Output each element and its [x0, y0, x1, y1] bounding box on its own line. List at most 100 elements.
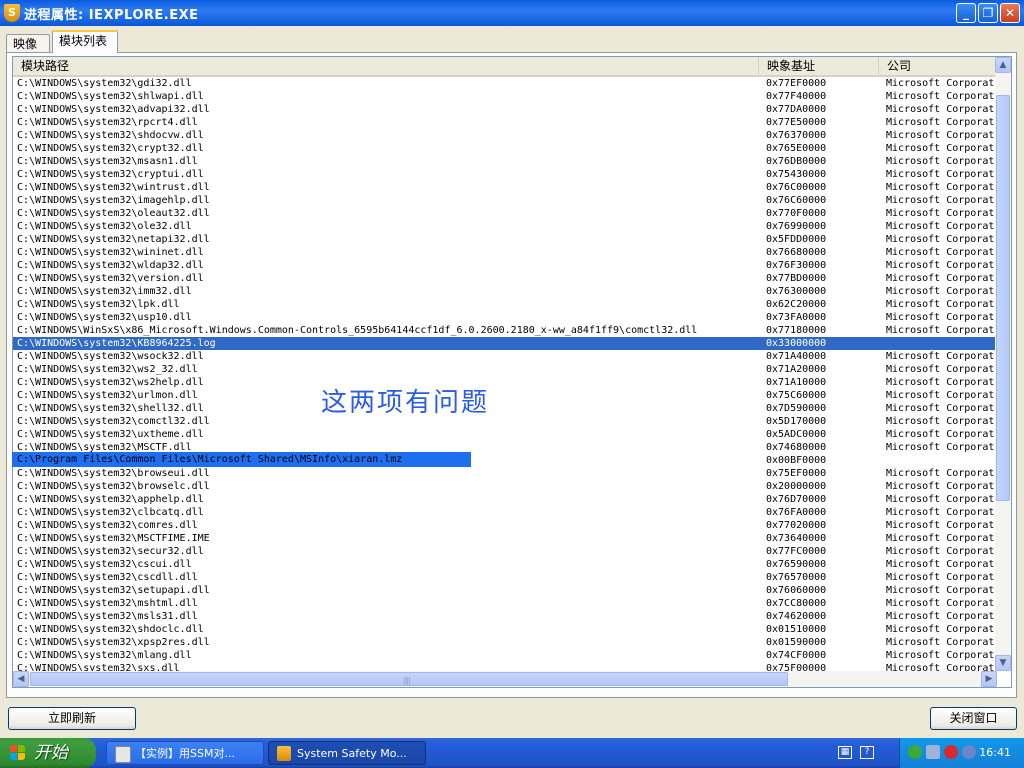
table-row[interactable]: C:\WINDOWS\system32\secur32.dll 0x77FC000… [13, 545, 999, 558]
table-row[interactable]: C:\WINDOWS\system32\uxtheme.dll 0x5ADC000… [13, 428, 999, 441]
taskbar-item-ssm-article[interactable]: 【实例】用SSM对... [106, 741, 264, 765]
module-path-cell: C:\WINDOWS\system32\shlwapi.dll [17, 91, 204, 102]
image-base-cell: 0x76570000 [766, 572, 827, 583]
company-cell: Microsoft Corporat: [886, 325, 999, 336]
company-cell: Microsoft Corporat: [886, 390, 999, 401]
column-header-path[interactable]: 模块路径 [13, 57, 759, 75]
table-row[interactable]: C:\WINDOWS\system32\comctl32.dll 0x5D1700… [13, 415, 999, 428]
table-row[interactable]: C:\WINDOWS\system32\rpcrt4.dll 0x77E50000… [13, 116, 999, 129]
table-row[interactable]: C:\WINDOWS\system32\browseui.dll 0x75EF00… [13, 467, 999, 480]
image-base-cell: 0x76370000 [766, 130, 827, 141]
tab-image[interactable]: 映像 [6, 34, 50, 52]
table-row[interactable]: C:\WINDOWS\system32\lpk.dll 0x62C20000 Mic… [13, 298, 999, 311]
table-row[interactable]: C:\WINDOWS\system32\wldap32.dll 0x76F3000… [13, 259, 999, 272]
module-path-cell: C:\WINDOWS\system32\wintrust.dll [17, 182, 210, 193]
table-row[interactable]: C:\WINDOWS\system32\apphelp.dll 0x76D7000… [13, 493, 999, 506]
monitor-icon[interactable] [926, 745, 940, 759]
image-base-cell: 0x76C60000 [766, 195, 827, 206]
table-row[interactable]: C:\WINDOWS\system32\cscdll.dll 0x76570000… [13, 571, 999, 584]
company-cell: Microsoft Corporat: [886, 416, 999, 427]
column-header-company[interactable]: 公司 [879, 57, 999, 75]
tab-module-list[interactable]: 模块列表 [52, 30, 118, 53]
network-icon[interactable] [908, 745, 922, 759]
table-row[interactable]: C:\WINDOWS\system32\usp10.dll 0x73FA0000 M… [13, 311, 999, 324]
table-row[interactable]: C:\WINDOWS\WinSxS\x86_Microsoft.Windows.… [13, 324, 999, 337]
table-row[interactable]: C:\WINDOWS\system32\comres.dll 0x77020000… [13, 519, 999, 532]
table-row[interactable]: C:\WINDOWS\system32\imm32.dll 0x76300000 M… [13, 285, 999, 298]
vertical-scrollbar[interactable]: ▲ ▼ [995, 57, 1011, 671]
table-row[interactable]: C:\WINDOWS\system32\mlang.dll 0x74CF0000 M… [13, 649, 999, 662]
table-row[interactable]: C:\WINDOWS\system32\advapi32.dll 0x77DA00… [13, 103, 999, 116]
image-base-cell: 0x73640000 [766, 533, 827, 544]
table-row[interactable]: C:\WINDOWS\system32\KB8964225.log 0x33000… [13, 337, 999, 350]
company-cell: Microsoft Corporat: [886, 572, 999, 583]
image-base-cell: 0x74CF0000 [766, 650, 827, 661]
image-base-cell: 0x75EF0000 [766, 468, 827, 479]
start-label: 开始 [34, 743, 68, 763]
table-row[interactable]: C:\WINDOWS\system32\version.dll 0x77BD000… [13, 272, 999, 285]
module-list[interactable]: 模块路径 映象基址 公司 C:\WINDOWS\system32\gdi32.d… [12, 56, 1012, 688]
table-row[interactable]: C:\WINDOWS\system32\oleaut32.dll 0x770F00… [13, 207, 999, 220]
table-row[interactable]: C:\WINDOWS\system32\cryptui.dll 0x7543000… [13, 168, 999, 181]
table-row[interactable]: C:\WINDOWS\system32\browselc.dll 0x200000… [13, 480, 999, 493]
table-row[interactable]: C:\WINDOWS\system32\cscui.dll 0x76590000 M… [13, 558, 999, 571]
table-row[interactable]: C:\WINDOWS\system32\urlmon.dll 0x75C60000… [13, 389, 999, 402]
minimize-button[interactable]: _ [956, 3, 976, 23]
table-row[interactable]: C:\WINDOWS\system32\imagehlp.dll 0x76C600… [13, 194, 999, 207]
table-row[interactable]: C:\WINDOWS\system32\clbcatq.dll 0x76FA000… [13, 506, 999, 519]
table-row[interactable]: C:\WINDOWS\system32\MSCTFIME.IME 0x736400… [13, 532, 999, 545]
company-cell: Microsoft Corporat: [886, 364, 999, 375]
table-row[interactable]: C:\WINDOWS\system32\xpsp2res.dll 0x015900… [13, 636, 999, 649]
vertical-scroll-thumb[interactable] [996, 95, 1010, 501]
table-row[interactable]: C:\WINDOWS\system32\netapi32.dll 0x5FDD00… [13, 233, 999, 246]
image-base-cell: 0x76C00000 [766, 182, 827, 193]
table-row[interactable]: C:\WINDOWS\system32\shdoclc.dll 0x0151000… [13, 623, 999, 636]
image-base-cell: 0x01510000 [766, 624, 827, 635]
module-path-cell: C:\WINDOWS\system32\crypt32.dll [17, 143, 204, 154]
table-row[interactable]: C:\WINDOWS\system32\wintrust.dll 0x76C000… [13, 181, 999, 194]
close-button[interactable]: ✕ [1000, 3, 1020, 23]
table-row[interactable]: C:\WINDOWS\system32\crypt32.dll 0x765E000… [13, 142, 999, 155]
table-row[interactable]: C:\WINDOWS\system32\wininet.dll 0x7668000… [13, 246, 999, 259]
table-row[interactable]: C:\WINDOWS\system32\mshtml.dll 0x7CC80000… [13, 597, 999, 610]
image-base-cell: 0x77E50000 [766, 117, 827, 128]
refresh-button[interactable]: 立即刷新 [8, 707, 136, 730]
module-path-cell: C:\WINDOWS\system32\oleaut32.dll [17, 208, 210, 219]
company-cell: Microsoft Corporat: [886, 442, 999, 453]
company-cell: Microsoft Corporat: [886, 533, 999, 544]
table-row[interactable]: C:\WINDOWS\system32\ws2help.dll 0x71A1000… [13, 376, 999, 389]
arrow-right-icon[interactable]: ▶ [981, 671, 997, 687]
arrow-up-icon[interactable]: ▲ [995, 57, 1011, 73]
title-bar[interactable]: S 进程属性: IEXPLORE.EXE _ ❐ ✕ [0, 0, 1024, 26]
speaker-icon[interactable] [962, 745, 976, 759]
company-cell: Microsoft Corporat: [886, 78, 999, 89]
table-row[interactable]: C:\WINDOWS\system32\wsock32.dll 0x71A4000… [13, 350, 999, 363]
horizontal-scroll-thumb[interactable]: |||| [30, 672, 788, 686]
arrow-left-icon[interactable]: ◀ [13, 671, 29, 687]
image-base-cell: 0x77180000 [766, 325, 827, 336]
arrow-down-icon[interactable]: ▼ [995, 655, 1011, 671]
column-header-base[interactable]: 映象基址 [759, 57, 879, 75]
keyboard-icon[interactable]: ▦ [838, 746, 852, 759]
table-row[interactable]: C:\WINDOWS\system32\msls31.dll 0x74620000… [13, 610, 999, 623]
taskbar-item-system-safety-monitor[interactable]: System Safety Mo... [268, 741, 426, 765]
horizontal-scrollbar[interactable]: ◀ |||| ▶ [13, 671, 997, 687]
table-row[interactable]: C:\WINDOWS\system32\shell32.dll 0x7D59000… [13, 402, 999, 415]
taskbar-item-label: 【实例】用SSM对... [135, 747, 235, 760]
close-window-button[interactable]: 关闭窗口 [930, 707, 1017, 730]
company-cell: Microsoft Corporat: [886, 208, 999, 219]
table-row[interactable]: C:\WINDOWS\system32\gdi32.dll 0x77EF0000 M… [13, 77, 999, 90]
table-row[interactable]: C:\WINDOWS\system32\ole32.dll 0x76990000 M… [13, 220, 999, 233]
table-row[interactable]: C:\WINDOWS\system32\msasn1.dll 0x76DB0000… [13, 155, 999, 168]
maximize-button[interactable]: ❐ [978, 3, 998, 23]
table-row[interactable]: C:\WINDOWS\system32\ws2_32.dll 0x71A20000… [13, 363, 999, 376]
table-row[interactable]: C:\WINDOWS\system32\shlwapi.dll 0x77F4000… [13, 90, 999, 103]
table-row[interactable]: C:\WINDOWS\system32\setupapi.dll 0x760600… [13, 584, 999, 597]
company-cell: Microsoft Corporat: [886, 481, 999, 492]
table-row[interactable]: C:\WINDOWS\system32\shdocvw.dll 0x7637000… [13, 129, 999, 142]
company-cell: Microsoft Corporat: [886, 650, 999, 661]
security-shield-icon[interactable] [944, 745, 958, 759]
image-base-cell: 0x76300000 [766, 286, 827, 297]
help-icon[interactable]: ? [860, 746, 874, 759]
start-button[interactable]: 开始 [0, 738, 96, 768]
